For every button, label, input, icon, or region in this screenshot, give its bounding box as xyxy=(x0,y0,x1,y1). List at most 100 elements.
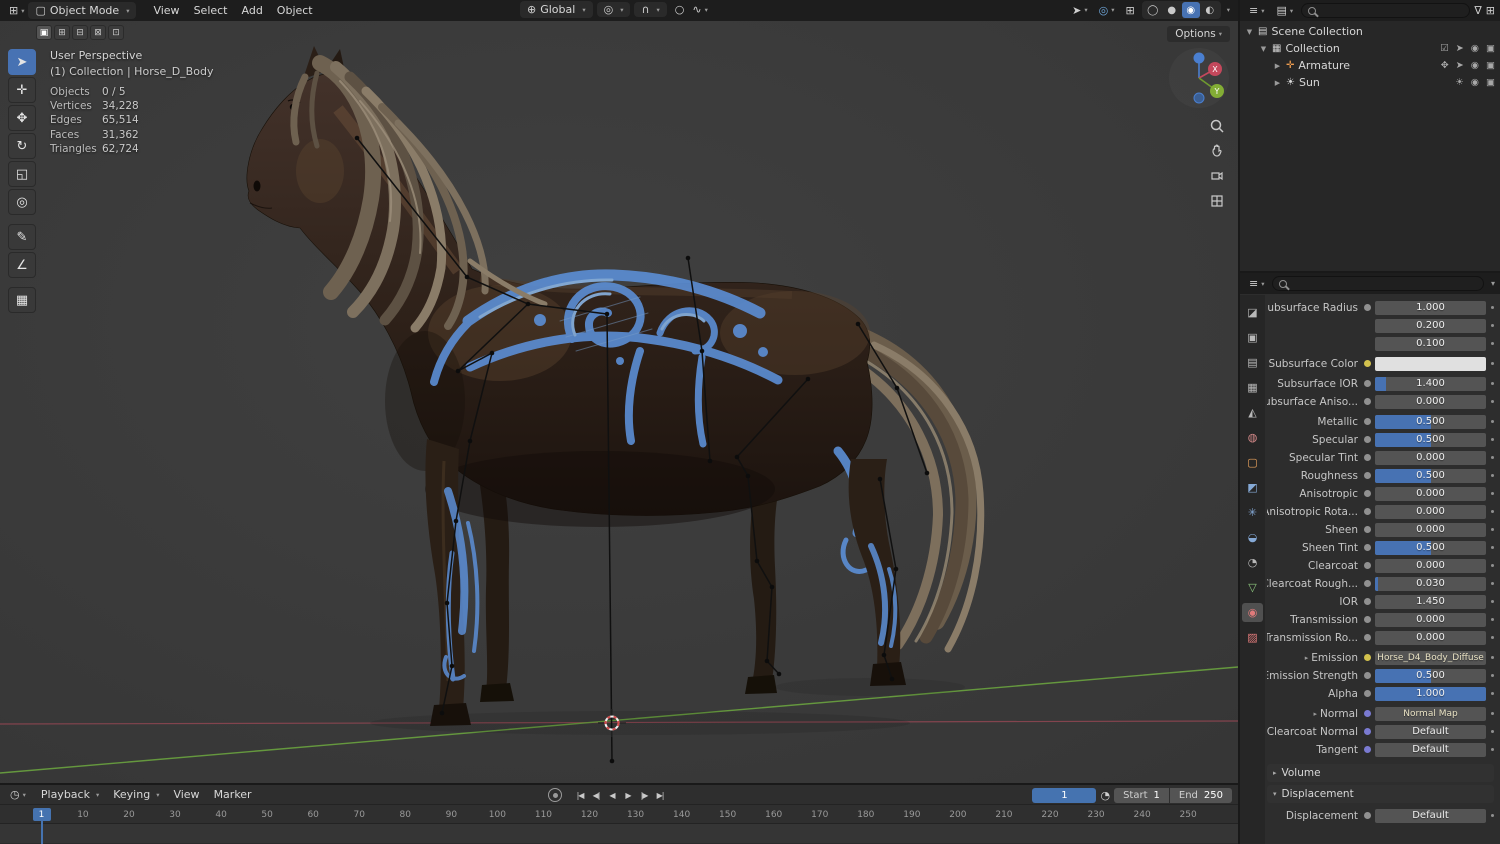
menu-add[interactable]: Add xyxy=(235,2,270,19)
menu-select[interactable]: Select xyxy=(187,2,235,19)
viewport-canvas[interactable] xyxy=(0,21,1238,783)
keyframe-decorator[interactable] xyxy=(1491,420,1494,423)
prop-field-slider[interactable]: 0.500 xyxy=(1375,414,1486,429)
prop-field-slider[interactable]: 0.500 xyxy=(1375,668,1486,683)
playback-play-reverse[interactable]: ◀ xyxy=(604,787,620,803)
playback-prev-keyframe[interactable]: ◀| xyxy=(588,787,604,803)
prop-field-menu[interactable]: Default xyxy=(1375,724,1486,739)
prop-field-slider[interactable]: 0.500 xyxy=(1375,540,1486,555)
orientation-dropdown[interactable]: ⊕ Global ▾ xyxy=(520,1,593,18)
camera-view-button[interactable] xyxy=(1206,165,1228,187)
keyframe-decorator[interactable] xyxy=(1491,546,1494,549)
prop-field-slider[interactable]: 0.000 xyxy=(1375,612,1486,627)
playback-play[interactable]: ▶ xyxy=(620,787,636,803)
properties-tab-object-data[interactable]: ▽ xyxy=(1242,578,1263,597)
keyframe-decorator[interactable] xyxy=(1491,564,1494,567)
expand-icon[interactable]: ▸ xyxy=(1305,654,1309,662)
prop-field-slider[interactable]: 0.000 xyxy=(1375,558,1486,573)
prop-field-slider[interactable]: 0.500 xyxy=(1375,468,1486,483)
prop-field-slider[interactable]: 0.030 xyxy=(1375,576,1486,591)
properties-tab-render[interactable]: ▣ xyxy=(1242,328,1263,347)
section-volume[interactable]: ▸ Volume xyxy=(1267,764,1494,782)
menu-object[interactable]: Object xyxy=(270,2,320,19)
prop-field-link[interactable]: Normal Map xyxy=(1375,706,1486,721)
properties-search-input[interactable] xyxy=(1272,276,1484,291)
keyframe-decorator[interactable] xyxy=(1491,636,1494,639)
color-swatch[interactable] xyxy=(1375,356,1486,371)
properties-tab-material[interactable]: ◉ xyxy=(1242,603,1263,622)
tool-setting-select-subtract[interactable]: ⊟ xyxy=(72,25,88,40)
section-displacement[interactable]: ▾ Displacement xyxy=(1267,785,1494,803)
expand-icon[interactable]: ▸ xyxy=(1313,710,1317,718)
keyframe-decorator[interactable] xyxy=(1491,400,1494,403)
properties-tab-physics[interactable]: ◒ xyxy=(1242,528,1263,547)
keyframe-decorator[interactable] xyxy=(1491,692,1494,695)
mode-dropdown[interactable]: ▢ Object Mode ▾ xyxy=(28,2,137,19)
playhead[interactable]: 1 xyxy=(32,808,51,821)
selectable-icon[interactable]: ➤ xyxy=(1456,60,1464,71)
keyframe-decorator[interactable] xyxy=(1491,814,1494,817)
prop-field-slider[interactable]: 0.000 xyxy=(1375,450,1486,465)
prop-field-slider[interactable]: 1.000 xyxy=(1375,686,1486,701)
keyframe-decorator[interactable] xyxy=(1491,492,1494,495)
keyframe-decorator[interactable] xyxy=(1491,324,1494,327)
auto-keying-toggle[interactable] xyxy=(548,788,562,802)
keyframe-decorator[interactable] xyxy=(1491,618,1494,621)
playback-jump-to-start[interactable]: |◀ xyxy=(572,787,588,803)
selectable-icon[interactable]: ➤ xyxy=(1456,43,1464,54)
tool-add-cube[interactable]: ▦ xyxy=(8,287,36,313)
filter-funnel-icon[interactable]: ∇ xyxy=(1474,5,1481,16)
timeline-tracks[interactable] xyxy=(0,824,1238,843)
shading-material-preview[interactable]: ◉ xyxy=(1181,2,1200,18)
timeline-menu-playback[interactable]: Playback ▾ xyxy=(34,786,106,803)
gizmo-negative-z-axis[interactable] xyxy=(1193,92,1205,104)
prop-field-menu[interactable]: Default xyxy=(1375,742,1486,757)
navigation-gizmo[interactable]: X Y xyxy=(1167,46,1231,110)
tool-move[interactable]: ✥ xyxy=(8,105,36,131)
properties-tab-scene[interactable]: ◭ xyxy=(1242,403,1263,422)
tool-transform[interactable]: ◎ xyxy=(8,189,36,215)
keyframe-decorator[interactable] xyxy=(1491,456,1494,459)
properties-tab-modifiers[interactable]: ◩ xyxy=(1242,478,1263,497)
tool-setting-select-extend[interactable]: ⊞ xyxy=(54,25,70,40)
outliner-display-mode-button[interactable]: ▤ ▾ xyxy=(1272,3,1297,18)
prop-field-slider[interactable]: 1.400 xyxy=(1375,376,1486,391)
prop-field-number[interactable]: 0.200 xyxy=(1375,318,1486,333)
playback-next-keyframe[interactable]: |▶ xyxy=(636,787,652,803)
shading-dropdown-icon[interactable]: ▾ xyxy=(1227,6,1230,14)
keyframe-decorator[interactable] xyxy=(1491,362,1494,365)
prop-field-number[interactable]: 1.000 xyxy=(1375,300,1486,315)
collapse-icon[interactable]: ▼ xyxy=(1259,45,1268,53)
editor-type-button[interactable]: ⊞ ▾ xyxy=(5,3,28,18)
frame-start-field[interactable]: Start 1 xyxy=(1114,787,1169,803)
tool-setting-select-invert[interactable]: ⊠ xyxy=(90,25,106,40)
disable-render-camera-icon[interactable]: ▣ xyxy=(1486,77,1495,88)
preview-range-icon[interactable]: ◔ xyxy=(1100,790,1110,801)
keyframe-decorator[interactable] xyxy=(1491,342,1494,345)
properties-tab-object[interactable]: ▢ xyxy=(1242,453,1263,472)
tool-select-box[interactable]: ➤ xyxy=(8,49,36,75)
keyframe-decorator[interactable] xyxy=(1491,656,1494,659)
properties-tab-constraints[interactable]: ◔ xyxy=(1242,553,1263,572)
keyframe-decorator[interactable] xyxy=(1491,382,1494,385)
properties-tab-particles[interactable]: ✳ xyxy=(1242,503,1263,522)
tool-rotate[interactable]: ↻ xyxy=(8,133,36,159)
prop-field-menu[interactable]: Default xyxy=(1375,808,1486,823)
shading-rendered[interactable]: ◐ xyxy=(1201,2,1219,18)
tool-annotate[interactable]: ✎ xyxy=(8,224,36,250)
disable-render-camera-icon[interactable]: ▣ xyxy=(1486,60,1495,71)
prop-field-slider[interactable]: 0.500 xyxy=(1375,432,1486,447)
tool-cursor[interactable]: ✛ xyxy=(8,77,36,103)
keyframe-decorator[interactable] xyxy=(1491,712,1494,715)
outliner-editor-type-button[interactable]: ≡ ▾ xyxy=(1245,3,1268,18)
timeline-ruler[interactable]: 1102030405060708090100110120130140150160… xyxy=(0,805,1238,824)
keyframe-decorator[interactable] xyxy=(1491,600,1494,603)
outliner-row-scene-collection[interactable]: ▼ ▤ Scene Collection xyxy=(1240,23,1500,40)
gizmo-z-axis[interactable] xyxy=(1193,52,1205,64)
shading-solid[interactable]: ● xyxy=(1163,2,1181,18)
properties-tab-world[interactable]: ◍ xyxy=(1242,428,1263,447)
tool-scale[interactable]: ◱ xyxy=(8,161,36,187)
prop-field-number[interactable]: 1.450 xyxy=(1375,594,1486,609)
disable-render-camera-icon[interactable]: ▣ xyxy=(1486,43,1495,54)
prop-field-link[interactable]: Horse_D4_Body_Diffuse xyxy=(1375,650,1486,665)
